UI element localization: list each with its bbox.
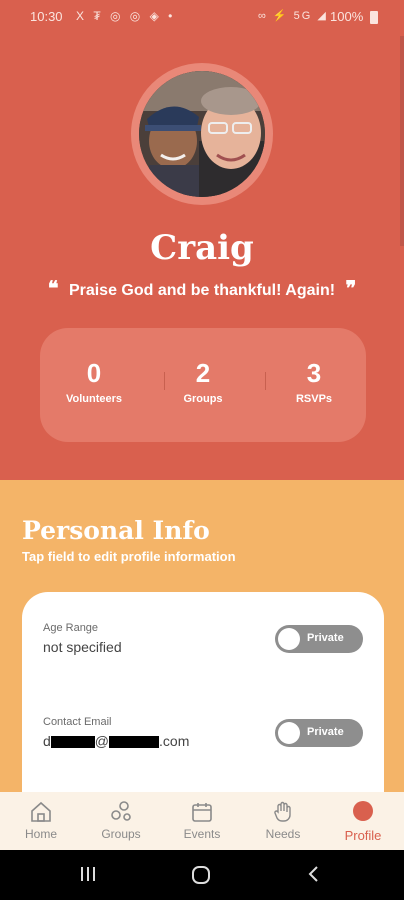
calendar-icon [192,803,212,822]
stat-volunteers[interactable]: 0 Volunteers [40,358,148,405]
status-bar: 10:30 X ₮ ◎ ◎ ◈ • ∞ ⚡ 5G ◢ 100% [0,0,404,36]
avatar[interactable] [139,71,265,197]
bottom-tab-bar: Home Groups Events Needs Profile [0,792,404,850]
tab-label: Profile [344,828,382,843]
profile-header: Craig ❝ Praise God and be thankful! Agai… [0,36,404,480]
stat-volunteers-label: Volunteers [65,393,123,405]
stat-groups[interactable]: 2 Groups [149,358,257,405]
hand-icon [274,801,291,822]
tab-home[interactable]: Home [1,800,81,841]
quote-text: Praise God and be thankful! Again! [68,282,336,299]
profile-icon [351,801,375,825]
profile-name: Craig [150,228,254,268]
stat-rsvps-label: RSVPs [295,393,333,405]
scrollbar[interactable] [400,36,404,246]
stat-groups-value: 2 [195,358,211,388]
groups-icon [111,801,131,821]
tab-profile[interactable]: Profile [323,800,403,843]
tab-label: Groups [101,827,141,841]
toggle-knob [278,628,300,650]
tab-groups[interactable]: Groups [81,800,161,841]
profile-avatar-dot [353,801,373,821]
toggle-knob [278,722,300,744]
personal-info-section: Personal Info Tap field to edit profile … [0,480,404,852]
profile-quote: ❝ Praise God and be thankful! Again! ❞ [0,276,404,300]
redaction-block [109,736,160,749]
stat-rsvps[interactable]: 3 RSVPs [260,358,368,405]
stat-rsvps-value: 3 [306,358,322,388]
battery-level: 100% [330,9,364,24]
email-suffix: .com [159,733,190,749]
tab-events[interactable]: Events [162,800,242,841]
tab-label: Needs [265,827,301,841]
notification-icons: X ₮ ◎ ◎ ◈ • [76,9,176,23]
personal-info-subtitle: Tap field to edit profile information [22,549,236,564]
age-range-privacy-toggle[interactable]: Private [275,625,363,653]
personal-info-title: Personal Info [22,516,210,545]
back-icon[interactable] [304,864,324,884]
recent-apps-icon[interactable] [78,864,98,884]
stat-volunteers-value: 0 [86,358,102,388]
home-button-icon[interactable] [190,864,212,886]
stat-groups-label: Groups [183,393,223,405]
toggle-label: Private [307,632,344,644]
avatar-ring [131,63,273,205]
avatar-photo [139,71,265,197]
quote-open-icon: ❝ [47,276,59,300]
toggle-label: Private [307,726,344,738]
redaction-block [50,736,95,749]
status-time: 10:30 [30,9,63,24]
tab-label: Events [183,827,221,841]
tab-label: Home [24,827,57,841]
home-icon [31,801,51,822]
email-at: @ [94,733,110,749]
contact-email-privacy-toggle[interactable]: Private [275,719,363,747]
battery-icon [370,11,378,24]
system-nav-bar [0,850,404,900]
email-prefix: d [43,733,51,749]
stats-card: 0 Volunteers 2 Groups 3 RSVPs [40,328,366,442]
signal-icons: ∞ ⚡ 5G ◢ [258,10,328,22]
quote-close-icon: ❞ [345,276,357,300]
tab-needs[interactable]: Needs [243,800,323,841]
